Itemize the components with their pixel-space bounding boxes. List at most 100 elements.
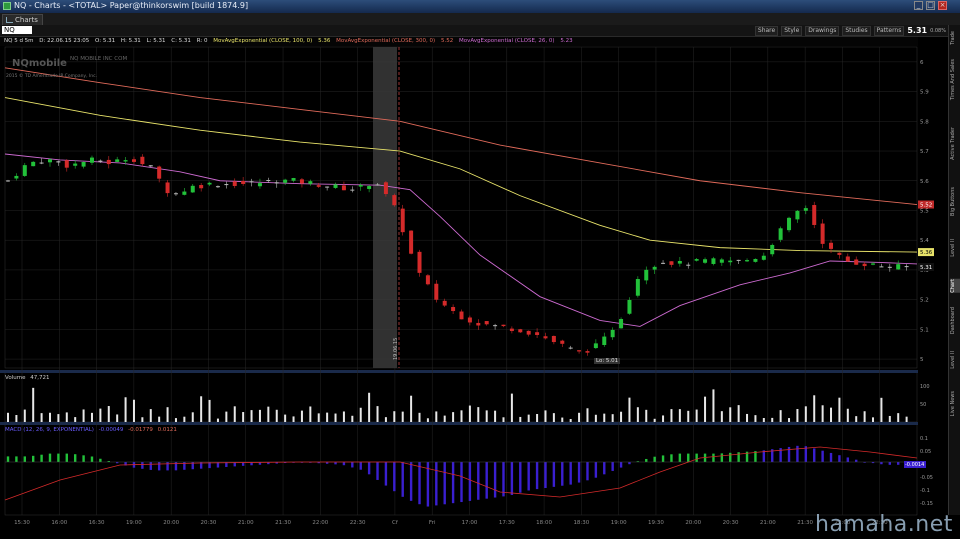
volume-bar — [519, 416, 522, 422]
candle-body — [81, 162, 86, 167]
candle-body — [157, 166, 162, 179]
volume-bar — [384, 417, 387, 422]
candle-body — [106, 159, 111, 165]
candle-body — [73, 163, 78, 166]
macd-bar — [535, 462, 539, 490]
volume-bar — [90, 412, 93, 422]
price-chart[interactable]: 15:30 16:00 16:30 19:00 20:00 20:30 21:00 21:30… — [0, 0, 960, 539]
macd-bar — [477, 462, 480, 500]
macd-bar — [552, 462, 556, 487]
volume-value: 47,721 — [30, 375, 50, 381]
volume-bar — [855, 416, 858, 422]
volume-bar — [208, 399, 211, 422]
side-tab-big-buttons[interactable]: Big Buttons — [950, 187, 960, 216]
price-tick-label: 5.7 — [920, 149, 929, 155]
macd-bar — [846, 457, 850, 462]
candle-body — [140, 156, 145, 165]
candlesticks — [6, 154, 909, 356]
side-tab-dashboard[interactable]: Dashboard — [950, 307, 960, 334]
macd-bar — [897, 462, 900, 465]
candle-body — [871, 263, 876, 265]
volume-bar — [695, 409, 698, 422]
candle-body — [232, 181, 237, 186]
time-tick-label: 21:30 — [275, 520, 291, 526]
candle-body — [887, 266, 892, 268]
macd-bar — [166, 462, 169, 471]
candle-body — [879, 266, 884, 268]
volume-bar — [620, 411, 623, 422]
candle-body — [493, 325, 498, 327]
candle-body — [501, 324, 506, 327]
macd-bar — [393, 462, 396, 492]
macd-bar — [359, 462, 362, 470]
volume-bar — [426, 418, 429, 422]
macd-tick-label: -0.15 — [920, 501, 933, 507]
volume-bar — [838, 397, 841, 422]
macd-histogram — [4, 445, 918, 507]
volume-bar — [132, 399, 135, 422]
volume-bar — [368, 392, 371, 422]
side-tab-live-news[interactable]: Live News — [950, 391, 960, 416]
side-tab-chart[interactable]: Chart — [950, 279, 960, 293]
candle-body — [652, 266, 657, 270]
macd-bar — [451, 462, 455, 504]
volume-bar — [149, 409, 152, 422]
candle-body — [333, 184, 338, 188]
volume-bar — [351, 415, 354, 422]
candle-body — [316, 185, 321, 187]
volume-bar — [863, 411, 866, 422]
candle-body — [711, 258, 716, 264]
candle-body — [703, 259, 708, 263]
side-tab-times-and-sales[interactable]: Times And Sales — [950, 59, 960, 100]
volume-bar — [561, 417, 564, 422]
macd-legend-diff: 0.0121 — [157, 427, 177, 433]
volume-bar — [510, 393, 513, 422]
candle-body — [291, 178, 296, 181]
volume-bar — [418, 412, 421, 422]
side-tab-level-ii[interactable]: Level II — [950, 351, 960, 369]
volume-bar — [359, 407, 362, 422]
candle-body — [753, 258, 758, 262]
candle-body — [619, 319, 624, 329]
volume-bar — [250, 410, 253, 422]
candle-body — [375, 184, 380, 186]
time-tick-label: 21:00 — [238, 520, 254, 526]
macd-bar — [502, 462, 505, 497]
volume-bar — [477, 407, 480, 422]
volume-bar — [846, 408, 849, 422]
candle-body — [812, 205, 817, 225]
volume-bar — [636, 407, 639, 422]
macd-tick-label: 0.05 — [920, 449, 931, 455]
volume-bar — [821, 405, 824, 422]
volume-bar — [678, 409, 681, 422]
volume-tick-label: 50 — [920, 402, 926, 408]
candle-body — [694, 259, 699, 261]
watermark: hamaha.net — [815, 512, 953, 537]
time-tick-label: 19:00 — [126, 520, 142, 526]
macd-bar — [729, 452, 732, 462]
volume-bar — [552, 413, 555, 422]
candle-body — [518, 329, 523, 333]
macd-bar — [603, 462, 606, 475]
side-tab-trade[interactable]: Trade — [950, 31, 960, 45]
volume-bar — [830, 407, 833, 422]
candle-body — [551, 335, 556, 343]
macd-bar — [838, 455, 841, 462]
volume-bar — [183, 416, 186, 422]
side-tab-level-ii[interactable]: Level II — [950, 239, 960, 257]
volume-bar — [74, 417, 77, 422]
macd-bar — [712, 453, 715, 462]
volume-bar — [897, 413, 900, 422]
volume-bar — [712, 389, 715, 422]
candle-body — [308, 181, 313, 184]
candle-body — [6, 180, 10, 182]
candle-body — [350, 189, 355, 191]
candle-body — [199, 185, 204, 189]
candle-body — [383, 182, 388, 195]
candle-body — [837, 252, 842, 255]
nqmobile-logo: NQmobile — [12, 58, 67, 69]
volume-bar — [670, 409, 673, 422]
time-tick-label: 20:00 — [163, 520, 179, 526]
side-tab-active-trader[interactable]: Active Trader — [950, 127, 960, 160]
candle-body — [778, 228, 783, 240]
